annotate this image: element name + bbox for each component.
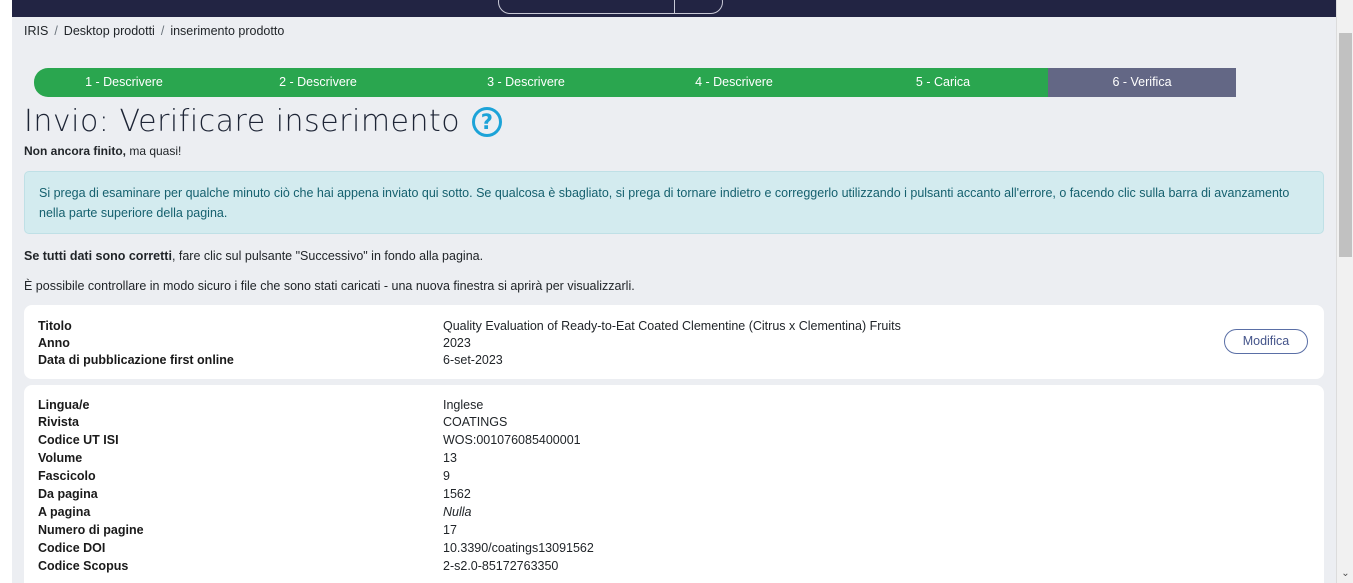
navbar-search-pill[interactable]	[498, 0, 723, 14]
field-value: 9	[443, 469, 450, 483]
info-alert: Si prega di esaminare per qualche minuto…	[24, 171, 1324, 234]
scroll-down-arrow-icon[interactable]: ⌄	[1337, 567, 1353, 581]
help-icon[interactable]: ?	[472, 106, 503, 137]
field-value: 17	[443, 523, 457, 537]
page-title: Invio: Verificare inserimento ?	[24, 104, 503, 139]
field-value: Inglese	[443, 398, 484, 412]
progress-step-2[interactable]: 2 - Descrivere	[214, 68, 422, 97]
progress-step-6: 6 - Verifica	[1048, 68, 1236, 97]
field-value: COATINGS	[443, 415, 508, 429]
field-value: 2-s2.0-85172763350	[443, 559, 559, 573]
breadcrumb-root[interactable]: IRIS	[24, 24, 48, 38]
field-value: Quality Evaluation of Ready-to-Eat Coate…	[443, 319, 901, 333]
breadcrumb-current: inserimento prodotto	[170, 24, 285, 38]
field-value: 13	[443, 451, 457, 465]
subtitle-bold: Non ancora finito,	[24, 144, 126, 158]
field-label: Data di pubblicazione first online	[38, 353, 234, 367]
field-label: Fascicolo	[38, 469, 96, 483]
field-value: 2023	[443, 336, 471, 350]
progress-step-1[interactable]: 1 - Descrivere	[34, 68, 214, 97]
summary-card-2: Lingua/e Inglese Rivista COATINGS Codice…	[24, 385, 1324, 583]
field-value: 10.3390/coatings13091562	[443, 541, 594, 555]
page-scrollbar[interactable]: ⌄	[1336, 0, 1353, 583]
field-label: Codice DOI	[38, 541, 106, 555]
field-value: Nulla	[443, 505, 472, 519]
pill-divider	[674, 0, 675, 13]
field-label: Lingua/e	[38, 398, 90, 412]
field-value: WOS:001076085400001	[443, 433, 581, 447]
field-label: Codice UT ISI	[38, 433, 119, 447]
summary-card-1: Titolo Quality Evaluation of Ready-to-Ea…	[24, 305, 1324, 379]
instruction-next: Se tutti dati sono corretti, fare clic s…	[24, 249, 483, 263]
breadcrumb-section[interactable]: Desktop prodotti	[64, 24, 155, 38]
field-value: 6-set-2023	[443, 353, 503, 367]
field-label: A pagina	[38, 505, 91, 519]
field-label: Volume	[38, 451, 83, 465]
field-value: 1562	[443, 487, 471, 501]
breadcrumb: IRIS / Desktop prodotti / inserimento prodot…	[24, 24, 284, 38]
field-label: Anno	[38, 336, 70, 350]
top-navbar	[0, 0, 1336, 17]
progress-bar: 1 - Descrivere 2 - Descrivere 3 - Descri…	[34, 68, 1236, 97]
subtitle-rest: ma quasi!	[126, 144, 182, 158]
modify-button[interactable]: Modifica	[1224, 329, 1308, 354]
progress-step-5[interactable]: 5 - Carica	[838, 68, 1048, 97]
breadcrumb-separator: /	[54, 24, 58, 38]
field-label: Da pagina	[38, 487, 98, 501]
field-label: Titolo	[38, 319, 72, 333]
progress-step-3[interactable]: 3 - Descrivere	[422, 68, 630, 97]
field-label: Numero di pagine	[38, 523, 144, 537]
scrollbar-thumb[interactable]	[1339, 33, 1352, 257]
breadcrumb-separator: /	[160, 24, 165, 38]
instruction-next-bold: Se tutti dati sono corretti	[24, 249, 172, 263]
field-label: Codice Scopus	[38, 559, 129, 573]
page-title-text: Invio: Verificare inserimento	[24, 104, 461, 139]
progress-step-4[interactable]: 4 - Descrivere	[630, 68, 838, 97]
page-subtitle: Non ancora finito, ma quasi!	[24, 144, 181, 158]
field-label: Rivista	[38, 415, 79, 429]
window-left-edge	[0, 17, 12, 583]
instruction-next-rest: , fare clic sul pulsante "Successivo" in…	[171, 249, 484, 263]
instruction-files: È possibile controllare in modo sicuro i…	[24, 279, 635, 293]
